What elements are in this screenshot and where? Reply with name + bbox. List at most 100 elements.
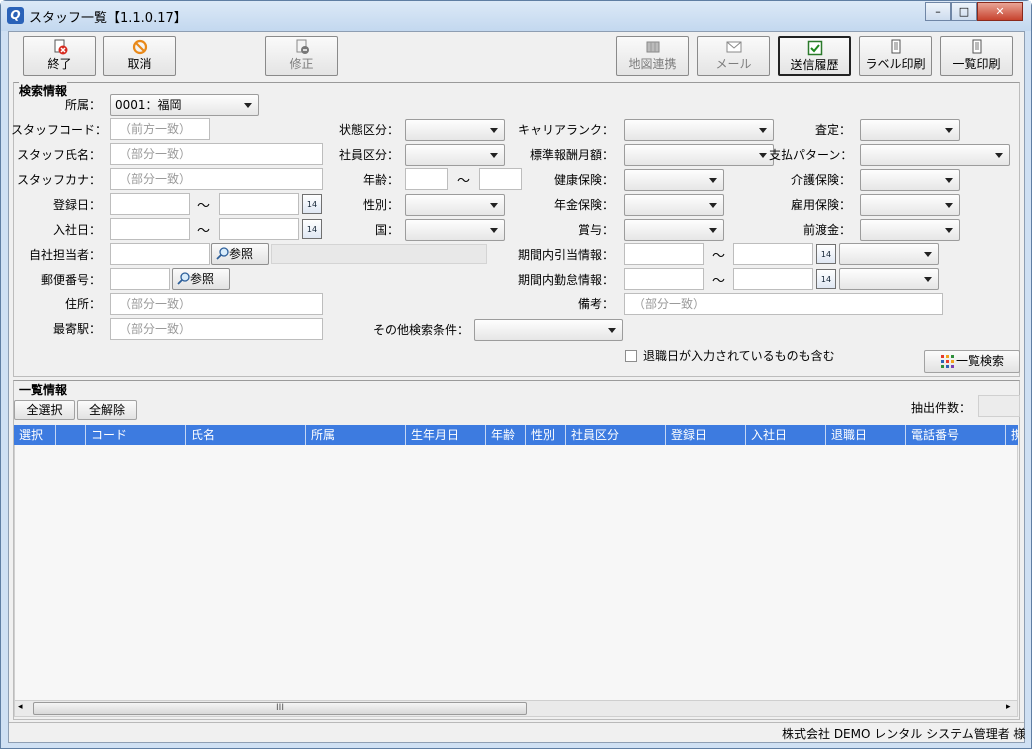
col-age[interactable]: 年齢 [486,425,526,445]
map-link-button[interactable]: 地図連携 [616,36,689,76]
minimize-button[interactable]: – [925,2,951,21]
map-icon [617,39,688,56]
health-ins-select[interactable] [624,169,724,191]
staff-name-input[interactable]: （部分一致） [110,143,323,165]
col-select[interactable]: 選択 [14,425,56,445]
col-employee-type[interactable]: 社員区分 [566,425,666,445]
col-affiliation[interactable]: 所属 [306,425,406,445]
bonus-select[interactable] [624,219,724,241]
postal-label: 郵便番号： [40,273,101,287]
care-ins-label: 介護保険： [790,173,851,187]
join-date-to-input[interactable] [219,218,299,240]
deselect-all-button[interactable]: 全解除 [77,400,137,420]
age-label: 年齢： [362,173,399,187]
label-print-button[interactable]: ラベル印刷 [859,36,932,76]
include-retired-checkbox[interactable] [625,350,637,362]
station-input[interactable]: （部分一致） [110,318,323,340]
period-attend-from-input[interactable] [624,268,704,290]
assessment-select[interactable] [860,119,960,141]
list-print-button[interactable]: 一覧印刷 [940,36,1013,76]
calendar-icon[interactable]: 14 [816,244,836,264]
period-alloc-label: 期間内引当情報： [517,248,614,262]
staff-code-input[interactable]: （前方一致） [110,118,210,140]
postal-ref-button[interactable]: 参照 [172,268,230,290]
cancel-button[interactable]: 取消 [103,36,176,76]
reg-date-to-input[interactable] [219,193,299,215]
col-gender[interactable]: 性別 [526,425,566,445]
address-label: 住所： [64,297,101,311]
col-blank[interactable] [56,425,86,445]
horizontal-scrollbar[interactable]: ◂ III ▸ [14,700,1018,717]
staff-kana-input[interactable]: （部分一致） [110,168,323,190]
scrollbar-thumb[interactable]: III [33,702,527,715]
col-mobile[interactable]: 携 [1006,425,1018,445]
send-history-button[interactable]: 送信履歴 [778,36,851,76]
employee-type-select[interactable] [405,144,505,166]
join-date-from-input[interactable] [110,218,190,240]
age-tilde: ～ [457,174,471,189]
calendar-icon[interactable]: 14 [816,269,836,289]
own-manager-input[interactable] [110,243,210,265]
col-birthdate[interactable]: 生年月日 [406,425,486,445]
period-attend-select[interactable] [839,268,939,290]
status-select[interactable] [405,119,505,141]
maximize-button[interactable]: □ [951,2,977,21]
address-input[interactable]: （部分一致） [110,293,323,315]
scroll-left-arrow-icon[interactable]: ◂ [18,702,23,712]
col-name[interactable]: 氏名 [186,425,306,445]
other-conditions-label: その他検索条件： [372,323,469,337]
std-pay-select[interactable] [624,144,774,166]
other-conditions-select[interactable] [474,319,623,341]
list-search-button[interactable]: 一覧検索 [924,350,1020,373]
employment-ins-select[interactable] [860,194,960,216]
col-code[interactable]: コード [86,425,186,445]
mail-button[interactable]: メール [697,36,770,76]
scroll-right-arrow-icon[interactable]: ▸ [1006,702,1011,712]
app-logo-icon: Q [7,7,24,24]
chevron-down-icon [709,203,717,208]
remarks-input[interactable]: （部分一致） [624,293,943,315]
exit-button[interactable]: 終了 [23,36,96,76]
select-all-button[interactable]: 全選択 [14,400,75,420]
station-label: 最寄駅： [52,322,101,336]
count-value [978,395,1020,417]
gender-select[interactable] [405,194,505,216]
age-from-input[interactable] [405,168,448,190]
chevron-down-icon [608,328,616,333]
col-phone[interactable]: 電話番号 [906,425,1006,445]
chevron-down-icon [709,178,717,183]
postal-input[interactable] [110,268,170,290]
prohibit-icon [104,39,175,56]
period-alloc-select[interactable] [839,243,939,265]
chevron-down-icon [709,228,717,233]
period-alloc-to-input[interactable] [733,243,813,265]
country-label: 国： [374,223,399,237]
reg-date-from-input[interactable] [110,193,190,215]
employment-ins-label: 雇用保険： [790,198,851,212]
col-join-date[interactable]: 入社日 [746,425,826,445]
chevron-down-icon [490,128,498,133]
bonus-label: 賞与： [577,223,614,237]
edit-doc-icon [266,39,337,56]
advance-select[interactable] [860,219,960,241]
reg-date-tilde: ～ [197,199,211,214]
affiliation-select[interactable]: 0001：福岡 [110,94,259,116]
resize-grip-icon[interactable]: ⋰ [1012,728,1020,737]
country-select[interactable] [405,219,505,241]
period-alloc-from-input[interactable] [624,243,704,265]
grid-body[interactable] [14,445,1018,700]
care-ins-select[interactable] [860,169,960,191]
career-rank-label: キャリアランク： [517,123,614,137]
edit-button[interactable]: 修正 [265,36,338,76]
col-retire-date[interactable]: 退職日 [826,425,906,445]
document-icon [860,39,931,56]
col-reg-date[interactable]: 登録日 [666,425,746,445]
close-button[interactable]: ✕ [977,2,1023,21]
career-rank-select[interactable] [624,119,774,141]
manager-ref-button[interactable]: 参照 [211,243,269,265]
chevron-down-icon [945,228,953,233]
pension-ins-select[interactable] [624,194,724,216]
period-attend-to-input[interactable] [733,268,813,290]
chevron-down-icon [924,252,932,257]
payment-pattern-select[interactable] [860,144,1010,166]
